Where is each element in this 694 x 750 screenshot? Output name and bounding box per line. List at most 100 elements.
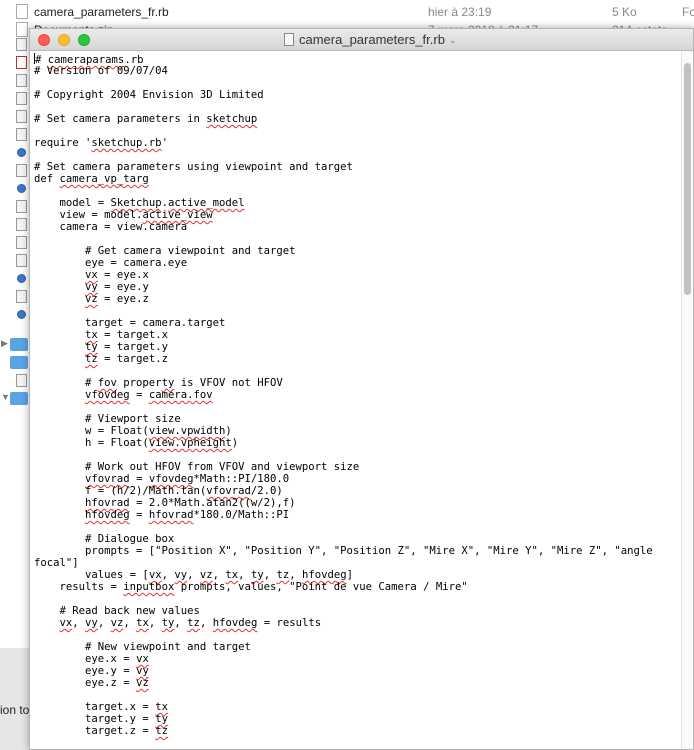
code-line[interactable]: focal"] bbox=[34, 557, 681, 569]
code-line[interactable]: # Get camera viewpoint and target bbox=[34, 245, 681, 257]
spelling-error-word: inputbox bbox=[123, 581, 175, 593]
file-icon bbox=[16, 254, 27, 267]
code-line[interactable]: # Copyright 2004 Envision 3D Limited bbox=[34, 89, 681, 101]
code-line[interactable]: # Viewport size bbox=[34, 413, 681, 425]
disclosure-triangle-icon[interactable]: ▼ bbox=[1, 392, 10, 402]
spelling-error-word: hfovdeg bbox=[302, 569, 347, 581]
spelling-error-word: vx bbox=[148, 569, 162, 581]
text-editor-content[interactable]: # cameraparams.rb # Version of 09/07/04 # … bbox=[30, 51, 681, 749]
code-line[interactable]: tx = target.x bbox=[34, 329, 681, 341]
code-line[interactable]: target.z = tz bbox=[34, 725, 681, 737]
spelling-error-word: vfovrad bbox=[85, 473, 130, 485]
code-line[interactable] bbox=[34, 185, 681, 197]
code-line[interactable]: hfovrad = 2.0*Math.atan2((w/2),f) bbox=[34, 497, 681, 509]
code-line[interactable] bbox=[34, 689, 681, 701]
spelling-error-word: hfovrad bbox=[148, 509, 194, 521]
spelling-error-word: ty bbox=[161, 377, 175, 389]
code-line[interactable] bbox=[34, 449, 681, 461]
code-line[interactable]: tz = target.z bbox=[34, 353, 681, 365]
spelling-error-word: tz bbox=[85, 353, 98, 365]
code-line[interactable] bbox=[34, 305, 681, 317]
code-line[interactable]: target.x = tx bbox=[34, 701, 681, 713]
code-line[interactable]: prompts = ["Position X", "Position Y", "… bbox=[34, 545, 681, 557]
code-line[interactable]: # Set camera parameters in sketchup bbox=[34, 113, 681, 125]
code-line[interactable]: target = camera.target bbox=[34, 317, 681, 329]
scrollbar-thumb[interactable] bbox=[684, 63, 691, 295]
code-text[interactable]: # cameraparams.rb # Version of 09/07/04 # … bbox=[34, 53, 681, 749]
code-line[interactable]: ty = target.y bbox=[34, 341, 681, 353]
spelling-error-word: view.vpheight bbox=[148, 437, 232, 449]
code-line[interactable]: vz = eye.z bbox=[34, 293, 681, 305]
code-line[interactable]: eye.z = vz bbox=[34, 677, 681, 689]
spelling-error-word: active_view bbox=[142, 209, 213, 221]
code-line[interactable]: eye.y = vy bbox=[34, 665, 681, 677]
folder-icon bbox=[10, 392, 28, 405]
code-line[interactable]: model = Sketchup.active_model bbox=[34, 197, 681, 209]
chevron-down-icon[interactable]: ⌄ bbox=[449, 35, 457, 46]
file-icon bbox=[16, 374, 27, 387]
code-line[interactable]: hfovdeg = hfovrad*180.0/Math::PI bbox=[34, 509, 681, 521]
spelling-error-word: tx bbox=[155, 701, 168, 713]
code-line[interactable]: # cameraparams.rb bbox=[34, 53, 681, 66]
spelling-error-word: hfovdeg bbox=[85, 509, 130, 521]
code-line[interactable] bbox=[34, 233, 681, 245]
code-line[interactable]: target.y = ty bbox=[34, 713, 681, 725]
document-icon bbox=[284, 33, 294, 46]
code-line[interactable] bbox=[34, 401, 681, 413]
code-line[interactable]: vfovdeg = camera.fov bbox=[34, 389, 681, 401]
code-line[interactable] bbox=[34, 125, 681, 137]
code-line[interactable]: values = [vx, vy, vz, tx, ty, tz, hfovde… bbox=[34, 569, 681, 581]
code-line[interactable]: # Read back new values bbox=[34, 605, 681, 617]
file-icon bbox=[16, 128, 27, 141]
finder-row[interactable]: camera_parameters_fr.rb hier à 23:19 5 K… bbox=[0, 2, 694, 22]
document-icon bbox=[17, 148, 26, 157]
code-line[interactable] bbox=[34, 629, 681, 641]
spelling-error-word: tx bbox=[136, 617, 149, 629]
code-line[interactable] bbox=[34, 149, 681, 161]
zoom-window-icon[interactable] bbox=[78, 34, 90, 46]
spelling-error-word: hfovdeg bbox=[212, 617, 258, 629]
code-line[interactable]: camera = view.camera bbox=[34, 221, 681, 233]
window-title[interactable]: camera_parameters_fr.rb ⌄ bbox=[284, 32, 457, 48]
code-line[interactable]: eye = camera.eye bbox=[34, 257, 681, 269]
code-line[interactable]: # Version of 09/07/04 bbox=[34, 65, 681, 77]
minimize-window-icon[interactable] bbox=[58, 34, 70, 46]
code-line[interactable] bbox=[34, 365, 681, 377]
code-line[interactable]: vx, vy, vz, tx, ty, tz, hfovdeg = result… bbox=[34, 617, 681, 629]
spelling-error-word: vy bbox=[85, 617, 98, 629]
code-line[interactable]: eye.x = vx bbox=[34, 653, 681, 665]
spelling-error-word: view.vpwidth bbox=[148, 425, 226, 437]
code-line[interactable]: # Work out HFOV from VFOV and viewport s… bbox=[34, 461, 681, 473]
code-line[interactable] bbox=[34, 737, 681, 749]
code-line[interactable]: h = Float(view.vpheight) bbox=[34, 437, 681, 449]
code-line[interactable]: # fov property is VFOV not HFOV bbox=[34, 377, 681, 389]
folder-icon bbox=[10, 338, 28, 351]
window-titlebar[interactable]: camera_parameters_fr.rb ⌄ bbox=[30, 29, 693, 51]
code-line[interactable] bbox=[34, 593, 681, 605]
disclosure-triangle-icon[interactable]: ▶ bbox=[1, 338, 8, 349]
text-editor-window[interactable]: camera_parameters_fr.rb ⌄ # cameraparams.… bbox=[29, 28, 694, 750]
code-line[interactable]: # Dialogue box bbox=[34, 533, 681, 545]
code-line[interactable] bbox=[34, 101, 681, 113]
code-line[interactable]: f = (h/2)/Math.tan(vfovrad/2.0) bbox=[34, 485, 681, 497]
code-line[interactable]: w = Float(view.vpwidth) bbox=[34, 425, 681, 437]
folder-icon bbox=[10, 356, 28, 369]
code-line[interactable]: # New viewpoint and target bbox=[34, 641, 681, 653]
code-line[interactable]: vx = eye.x bbox=[34, 269, 681, 281]
code-line[interactable]: results = inputbox prompts, values, "Poi… bbox=[34, 581, 681, 593]
code-line[interactable]: vy = eye.y bbox=[34, 281, 681, 293]
code-line[interactable]: vfovrad = vfovdeg*Math::PI/180.0 bbox=[34, 473, 681, 485]
code-line[interactable] bbox=[34, 77, 681, 89]
code-line[interactable]: # Set camera parameters using viewpoint … bbox=[34, 161, 681, 173]
code-line[interactable]: require 'sketchup.rb' bbox=[34, 137, 681, 149]
spelling-error-word: camera_vp_targ bbox=[59, 173, 149, 185]
code-line[interactable]: view = model.active_view bbox=[34, 209, 681, 221]
spelling-error-word: sketchup bbox=[206, 113, 258, 125]
code-line[interactable] bbox=[34, 521, 681, 533]
file-icon bbox=[16, 236, 27, 249]
spelling-error-word: vz bbox=[199, 569, 213, 581]
finder-left-band bbox=[0, 648, 30, 750]
close-window-icon[interactable] bbox=[38, 34, 50, 46]
vertical-scrollbar[interactable] bbox=[681, 51, 692, 749]
code-line[interactable]: def camera_vp_targ bbox=[34, 173, 681, 185]
